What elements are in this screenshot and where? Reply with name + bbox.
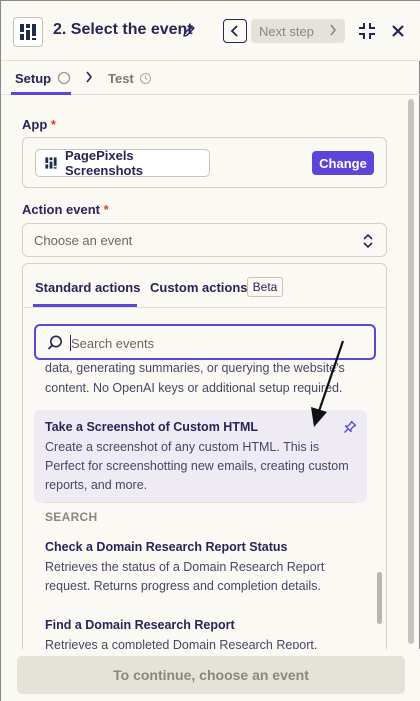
required-mark: *	[103, 202, 109, 217]
step-title: 2. Select the event	[53, 21, 193, 38]
section-divider	[45, 502, 355, 503]
item-description: Retrieves the status of a Domain Researc…	[45, 560, 325, 593]
continue-button[interactable]: To continue, choose an event	[17, 656, 405, 694]
page-scrollbar[interactable]	[408, 99, 414, 644]
edit-pencil-icon[interactable]	[181, 23, 197, 39]
tab-custom-actions[interactable]: Custom actions	[150, 280, 248, 295]
app-label-text: App	[22, 117, 48, 132]
annotation-arrow-icon	[311, 340, 345, 427]
app-chip: PagePixels Screenshots	[35, 148, 210, 178]
action-event-placeholder: Choose an event	[34, 232, 133, 248]
next-step-button[interactable]: Next step	[251, 19, 345, 43]
chevron-right-icon	[330, 24, 337, 36]
chevron-right-icon	[86, 71, 93, 83]
action-event-label-text: Action event	[22, 202, 101, 217]
clock-icon	[139, 72, 151, 84]
item-description: Create a screenshot of any custom HTML. …	[45, 440, 349, 492]
step-header: 2. Select the event Next step	[1, 1, 420, 61]
search-section-label: SEARCH	[45, 510, 98, 524]
app-name: PagePixels Screenshots	[65, 148, 144, 178]
tab-standard-actions[interactable]: Standard actions	[35, 280, 140, 295]
status-circle-icon	[57, 71, 71, 85]
dropdown-scrollbar[interactable]	[377, 572, 382, 624]
action-event-select[interactable]: Choose an event	[22, 223, 387, 257]
change-app-button[interactable]: Change	[312, 151, 374, 175]
required-mark: *	[50, 117, 56, 132]
app-field-label: App *	[22, 117, 56, 132]
collapse-icon[interactable]	[357, 21, 377, 41]
item-title: Find a Domain Research Report	[45, 618, 235, 632]
tab-setup-label: Setup	[15, 70, 52, 86]
beta-badge: Beta	[247, 277, 283, 297]
previous-step-button[interactable]	[223, 19, 247, 43]
step-tabs: Setup Test	[1, 61, 420, 95]
footer: To continue, choose an event	[1, 649, 420, 701]
action-event-field-label: Action event *	[22, 202, 109, 217]
next-step-label: Next step	[259, 23, 314, 39]
close-icon[interactable]	[389, 22, 407, 40]
event-dropdown: Standard actions Custom actions Beta dat…	[22, 263, 387, 663]
pagepixels-logo-icon	[44, 156, 58, 170]
tab-test[interactable]: Test	[108, 61, 152, 95]
pagepixels-logo-icon	[13, 17, 43, 47]
selected-app-card: PagePixels Screenshots Change	[22, 137, 387, 188]
tab-test-label: Test	[108, 70, 134, 86]
search-icon	[47, 335, 62, 350]
active-tab-indicator	[11, 92, 71, 95]
item-title: Check a Domain Research Report Status	[45, 540, 288, 554]
list-item-check-domain-research-report-status[interactable]: Check a Domain Research Report Status Re…	[34, 530, 367, 604]
dropdown-tabs: Standard actions Custom actions Beta	[23, 264, 386, 308]
active-tab-indicator	[33, 304, 137, 307]
chevron-left-icon	[230, 25, 238, 37]
chevron-up-down-icon	[363, 233, 373, 249]
tab-setup[interactable]: Setup	[15, 61, 71, 95]
